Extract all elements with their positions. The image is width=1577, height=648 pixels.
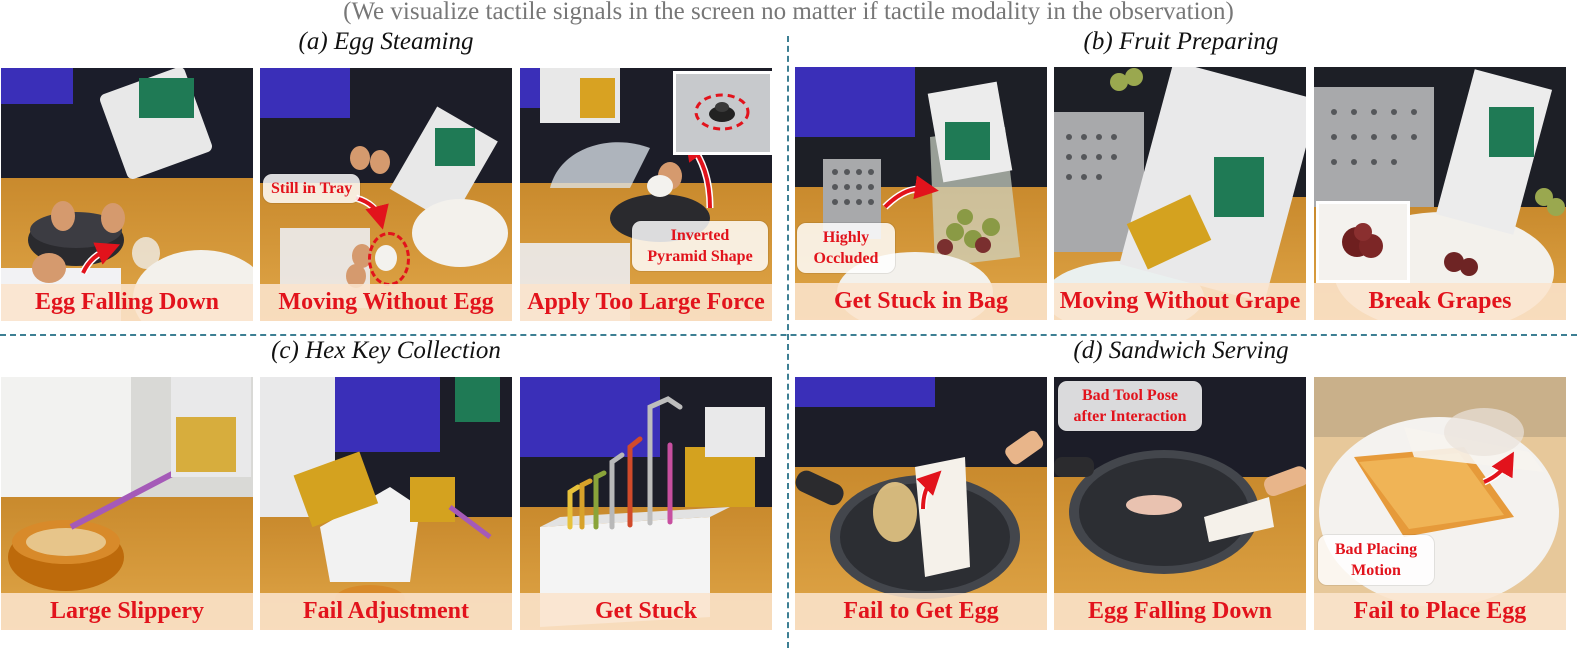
- callout-line: after Interaction: [1073, 408, 1187, 425]
- panel-a1-egg-falling-down: Egg Falling Down: [1, 68, 253, 321]
- callout-line: Highly: [822, 229, 870, 246]
- panel-label: Break Grapes: [1314, 283, 1566, 320]
- callout-bad-tool-pose: Bad Tool Pose after Interaction: [1058, 381, 1202, 431]
- highlight-ring: [368, 232, 410, 286]
- callout-bad-placing-motion: Bad Placing Motion: [1318, 535, 1434, 585]
- section-title-hex-key-collection: (c) Hex Key Collection: [271, 337, 501, 364]
- panel-d1-fail-to-get-egg: Fail to Get Egg: [795, 377, 1047, 630]
- section-title-fruit-preparing: (b) Fruit Preparing: [1083, 28, 1279, 55]
- panel-label: Moving Without Grape: [1054, 283, 1306, 320]
- panel-label: Egg Falling Down: [1, 284, 253, 321]
- panel-label: Get Stuck: [520, 593, 772, 630]
- zoom-image: [1319, 204, 1407, 280]
- callout-line: Inverted: [670, 227, 730, 244]
- callout-inverted-pyramid-shape: Inverted Pyramid Shape: [632, 221, 768, 271]
- callout-line: Bad Placing: [1334, 541, 1418, 558]
- section-title-egg-steaming: (a) Egg Steaming: [298, 28, 474, 55]
- callout-still-in-tray: Still in Tray: [263, 174, 361, 203]
- panel-b2-moving-without-grape: Moving Without Grape: [1054, 67, 1306, 320]
- zoom-image: [676, 74, 770, 152]
- panel-label: Apply Too Large Force: [520, 284, 772, 321]
- panel-label: Moving Without Egg: [260, 284, 512, 321]
- callout-line: Motion: [1351, 562, 1401, 579]
- callout-highly-occluded: Highly Occluded: [797, 223, 895, 273]
- panel-a2-moving-without-egg: Still in Tray Moving Without Egg: [260, 68, 512, 321]
- callout-line: Pyramid Shape: [647, 248, 753, 265]
- panel-b1-get-stuck-in-bag: Highly Occluded Get Stuck in Bag: [795, 67, 1047, 320]
- panel-label: Get Stuck in Bag: [795, 283, 1047, 320]
- zoom-inset: [1316, 201, 1410, 283]
- panel-c1-large-slippery: Large Slippery: [1, 377, 253, 630]
- panel-label: Large Slippery: [1, 593, 253, 630]
- section-title-sandwich-serving: (d) Sandwich Serving: [1073, 337, 1289, 364]
- vertical-divider: [787, 36, 789, 648]
- panel-label: Fail to Place Egg: [1314, 593, 1566, 630]
- header-note: (We visualize tactile signals in the scr…: [343, 0, 1234, 25]
- callout-line: Occluded: [813, 250, 879, 267]
- panel-d3-fail-to-place-egg: Bad Placing Motion Fail to Place Egg: [1314, 377, 1566, 630]
- panel-label: Fail Adjustment: [260, 593, 512, 630]
- callout-line: Bad Tool Pose: [1081, 387, 1179, 404]
- panel-label: Fail to Get Egg: [795, 593, 1047, 630]
- panel-c2-fail-adjustment: Fail Adjustment: [260, 377, 512, 630]
- panel-d2-egg-falling-down: Bad Tool Pose after Interaction Egg Fall…: [1054, 377, 1306, 630]
- panel-a3-apply-too-large-force: Inverted Pyramid Shape Apply Too Large F…: [520, 68, 772, 321]
- panel-label: Egg Falling Down: [1054, 593, 1306, 630]
- zoom-inset: [673, 71, 772, 155]
- panel-c3-get-stuck: Get Stuck: [520, 377, 772, 630]
- panel-b3-break-grapes: Break Grapes: [1314, 67, 1566, 320]
